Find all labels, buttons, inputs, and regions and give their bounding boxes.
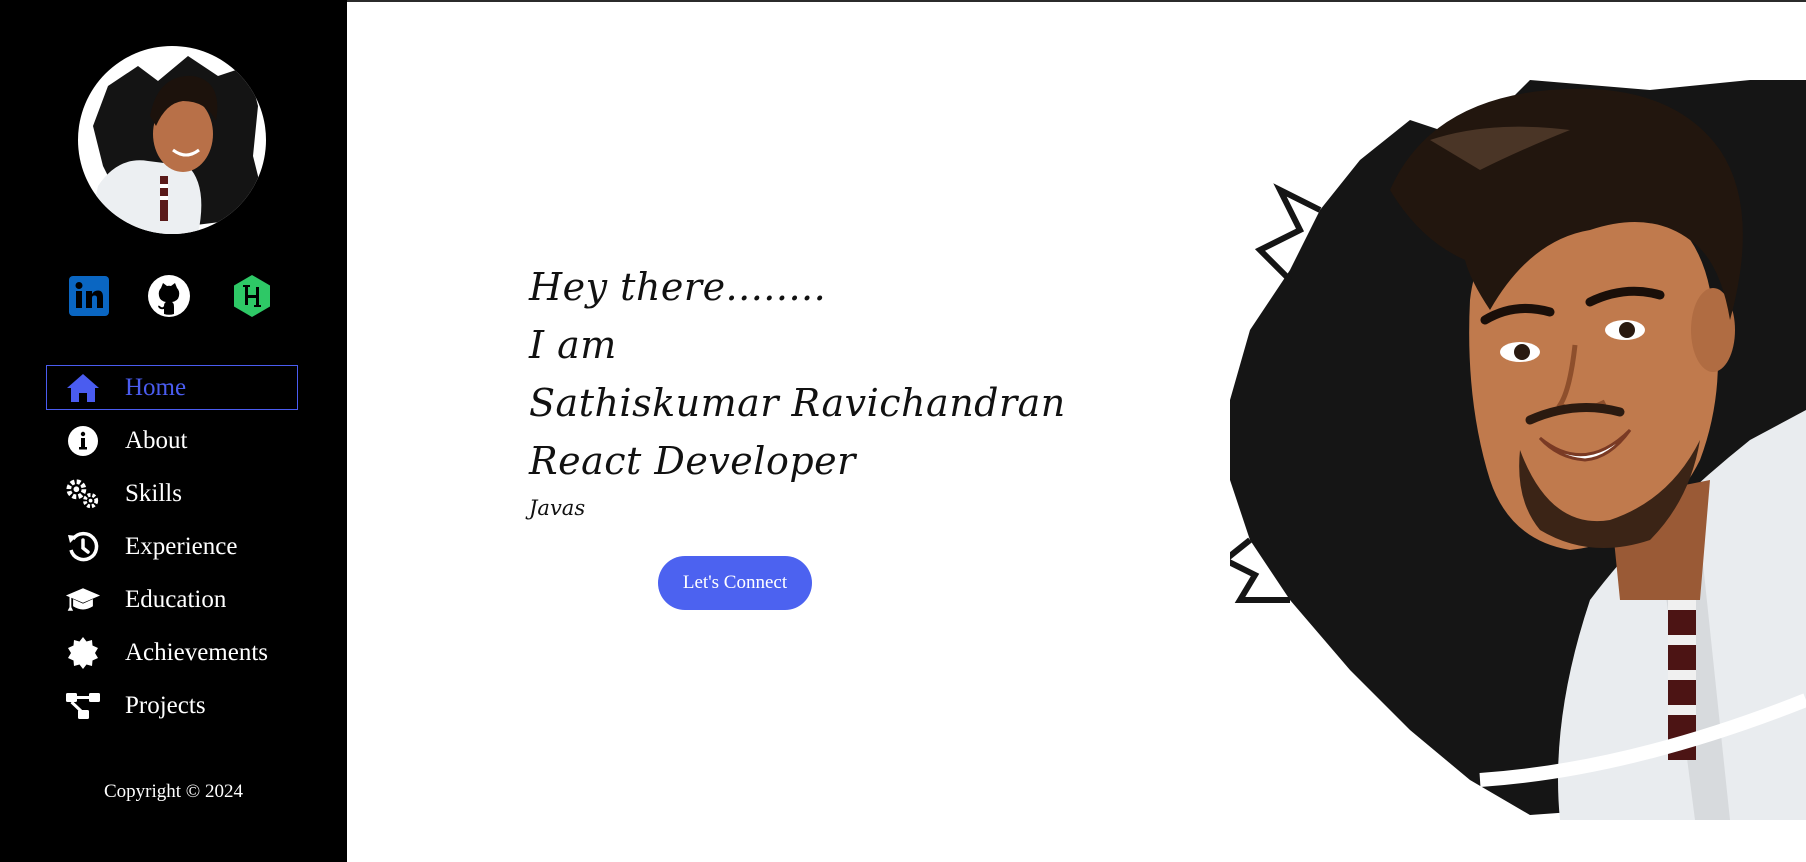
home-icon bbox=[65, 370, 101, 406]
nav-item-achievements[interactable]: Achievements bbox=[46, 630, 298, 675]
nav-label-skills: Skills bbox=[125, 480, 182, 507]
nav-label-about: About bbox=[125, 427, 188, 454]
hero-name: Sathiskumar Ravichandran bbox=[529, 381, 1066, 425]
nav-label-achievements: Achievements bbox=[125, 639, 269, 666]
nav-label-experience: Experience bbox=[125, 533, 238, 560]
copyright-text: Copyright © 2024 bbox=[104, 781, 243, 802]
hero-role: React Developer bbox=[529, 439, 856, 483]
sidebar-nav: Home About Skills Experience Education A… bbox=[46, 365, 298, 736]
history-icon bbox=[65, 529, 101, 565]
badge-icon bbox=[65, 635, 101, 671]
project-diagram-icon bbox=[65, 688, 101, 724]
hero-portrait bbox=[1219, 75, 1806, 820]
nav-item-experience[interactable]: Experience bbox=[46, 524, 298, 569]
nav-label-projects: Projects bbox=[125, 692, 206, 719]
hero-text: Hey there........ I am Sathiskumar Ravic… bbox=[529, 258, 1066, 526]
profile-avatar bbox=[78, 46, 266, 234]
lets-connect-button[interactable]: Let's Connect bbox=[658, 556, 812, 610]
hackerrank-icon[interactable] bbox=[230, 274, 274, 318]
nav-label-home: Home bbox=[125, 374, 187, 401]
hero-greeting: Hey there........ bbox=[529, 265, 827, 309]
social-links bbox=[0, 274, 347, 318]
hero-intro: I am bbox=[529, 323, 617, 367]
nav-item-about[interactable]: About bbox=[46, 418, 298, 463]
hero-typing-text: Javas bbox=[529, 496, 586, 520]
nav-item-projects[interactable]: Projects bbox=[46, 683, 298, 728]
sidebar: Home About Skills Experience Education A… bbox=[0, 0, 347, 862]
gears-icon bbox=[65, 476, 101, 512]
graduation-cap-icon bbox=[65, 582, 101, 618]
linkedin-icon[interactable] bbox=[67, 274, 111, 318]
nav-item-home[interactable]: Home bbox=[46, 365, 298, 410]
nav-item-education[interactable]: Education bbox=[46, 577, 298, 622]
nav-item-skills[interactable]: Skills bbox=[46, 471, 298, 516]
nav-label-education: Education bbox=[125, 586, 227, 613]
info-icon bbox=[65, 423, 101, 459]
github-icon[interactable] bbox=[147, 274, 191, 318]
